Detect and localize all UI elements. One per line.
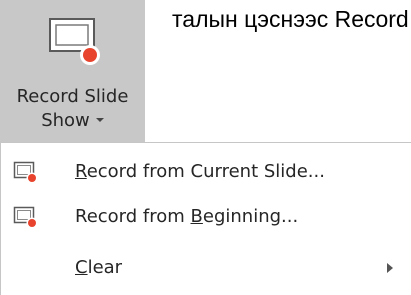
record-slide-show-menu: Record from Current Slide... Record from…	[0, 142, 411, 295]
chevron-right-icon	[387, 263, 393, 273]
record-slide-show-icon	[49, 18, 100, 65]
menu-item-label: Record from Beginning...	[75, 205, 298, 229]
record-slide-show-button[interactable]: Record Slide Show	[0, 0, 145, 142]
menu-item-label-post: lear	[87, 257, 123, 278]
menu-item-label: Clear	[75, 256, 122, 280]
menu-item-accelerator: R	[75, 161, 87, 182]
menu-item-record-from-current-slide[interactable]: Record from Current Slide...	[1, 151, 411, 195]
menu-item-accelerator: C	[75, 257, 88, 278]
menu-item-clear[interactable]: Clear	[1, 247, 411, 291]
record-slide-show-label-line1: Record Slide	[16, 86, 129, 107]
record-slide-show-label-line2: Show	[41, 110, 90, 131]
menu-item-label-post: eginning...	[202, 206, 299, 227]
dropdown-arrow-icon[interactable]	[95, 117, 104, 122]
menu-item-record-from-beginning[interactable]: Record from Beginning...	[1, 196, 411, 240]
record-slide-icon	[13, 161, 38, 184]
record-slide-show-label-line2-wrap: Show	[0, 109, 145, 133]
record-slide-show-label: Record Slide Show	[0, 85, 145, 133]
menu-item-accelerator: B	[190, 206, 203, 227]
background-document-text: талын цэснээс Record	[172, 6, 409, 32]
record-slide-icon	[13, 206, 38, 229]
menu-item-label-post: ecord from Current Slide...	[86, 161, 325, 182]
menu-item-label: Record from Current Slide...	[75, 160, 325, 184]
menu-item-label-pre: Record from	[75, 206, 191, 227]
